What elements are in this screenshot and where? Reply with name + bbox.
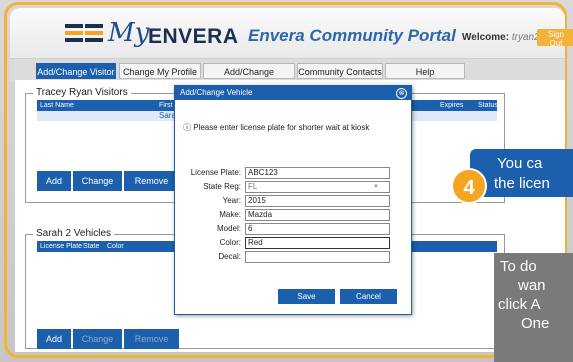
make-label: Make: <box>219 210 241 219</box>
close-icon[interactable]: ⊗ <box>396 88 407 99</box>
remove-visitor-button[interactable]: Remove <box>124 171 179 191</box>
add-change-vehicle-dialog: Add/Change Vehicle ⊗ ⓘ Please enter lice… <box>174 85 412 315</box>
col-first: First <box>159 102 173 109</box>
state-reg-select[interactable]: FL ▼ <box>245 181 390 193</box>
color-input[interactable]: Red <box>245 237 390 249</box>
dialog-title: Add/Change Vehicle <box>175 86 411 100</box>
visitors-legend: Tracey Ryan Visitors <box>33 87 131 98</box>
decal-input[interactable] <box>245 251 390 263</box>
model-input[interactable]: 6 <box>245 223 390 235</box>
logo-name: ENVERA <box>148 25 239 48</box>
gray-line-4: One <box>521 315 550 332</box>
col-license-plate: License Plate <box>40 243 83 250</box>
tab-change-my-profile[interactable]: Change My Profile <box>119 63 201 79</box>
gray-line-2: wan <box>518 277 546 294</box>
add-vehicle-button[interactable]: Add <box>37 329 71 349</box>
welcome-text: Welcome: tryan2 <box>462 32 540 43</box>
state-reg-value: FL <box>248 182 258 191</box>
license-plate-input[interactable]: ABC123 <box>245 167 390 179</box>
dialog-title-text: Add/Change Vehicle <box>180 88 253 97</box>
year-label: Year: <box>222 196 241 205</box>
callout-line-2: the licen <box>494 175 550 192</box>
welcome-label: Welcome: <box>462 32 510 43</box>
col-state: State <box>83 243 100 250</box>
make-input[interactable]: Mazda <box>245 209 390 221</box>
decal-label: Decal: <box>218 252 241 261</box>
info-message: ⓘ Please enter license plate for shorter… <box>183 122 369 133</box>
change-vehicle-button[interactable]: Change <box>73 329 122 349</box>
cancel-button[interactable]: Cancel <box>340 289 397 304</box>
tab-add-change-visitor[interactable]: Add/Change Visitor <box>36 63 116 79</box>
remove-vehicle-button[interactable]: Remove <box>124 329 179 349</box>
year-input[interactable]: 2015 <box>245 195 390 207</box>
tab-add-change-household[interactable]: Add/Change Household <box>203 63 295 93</box>
tab-help[interactable]: Help <box>385 63 465 79</box>
gray-line-1: To do <box>500 258 537 275</box>
vehicles-legend: Sarah 2 Vehicles <box>33 228 115 239</box>
info-icon: ⓘ <box>183 123 191 132</box>
col-last-name: Last Name <box>40 102 74 109</box>
sign-out-button[interactable]: Sign Out <box>537 29 573 48</box>
username: tryan2 <box>511 32 540 43</box>
callout-line-1: You ca <box>497 155 543 172</box>
info-text: Please enter license plate for shorter w… <box>193 123 370 132</box>
state-reg-label: State Reg: <box>203 182 241 191</box>
col-expires: Expires <box>440 102 464 109</box>
model-label: Model: <box>216 224 241 233</box>
tab-community-contacts[interactable]: Community Contacts <box>297 63 383 79</box>
header: My ENVERA Envera Community Portal Welcom… <box>10 8 573 58</box>
step-badge: 4 <box>451 168 487 204</box>
col-color: Color <box>107 243 124 250</box>
portal-title: Envera Community Portal <box>248 26 456 45</box>
envera-logo-icon <box>65 24 103 42</box>
chevron-down-icon: ▼ <box>373 184 379 190</box>
gray-line-3: click A <box>498 296 541 313</box>
col-status: Status <box>478 102 498 109</box>
change-visitor-button[interactable]: Change <box>73 171 122 191</box>
license-plate-label: License Plate: <box>190 168 241 177</box>
save-button[interactable]: Save <box>278 289 335 304</box>
add-visitor-button[interactable]: Add <box>37 171 71 191</box>
color-label: Color: <box>219 238 241 247</box>
logo-my: My <box>108 18 150 48</box>
